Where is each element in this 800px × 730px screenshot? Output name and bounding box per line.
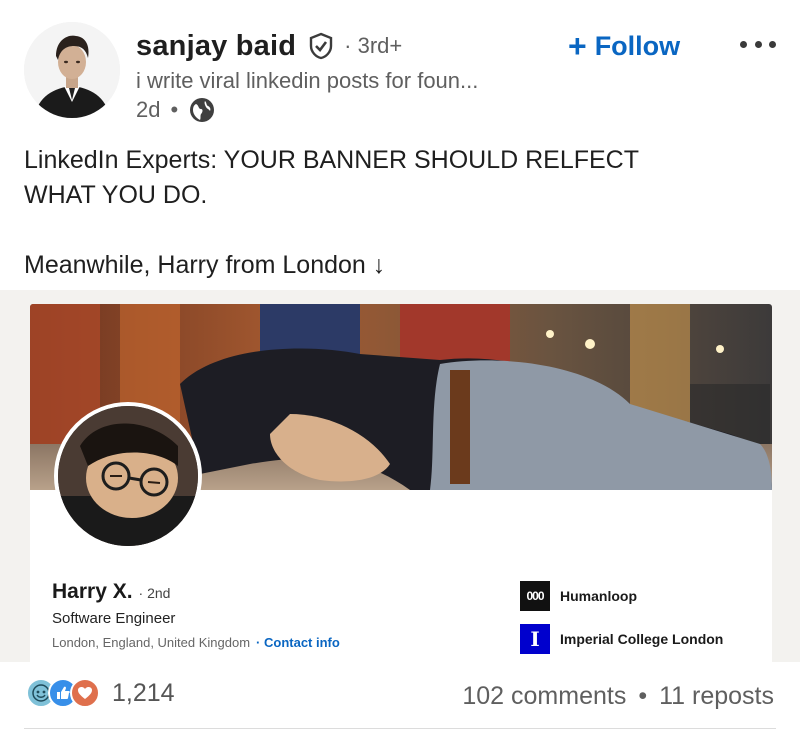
card-location: London, England, United Kingdom · Contac…: [52, 635, 340, 650]
contact-info-link: · Contact info: [256, 635, 340, 650]
author-avatar[interactable]: [24, 22, 120, 118]
engagement-counts: 102 comments • 11 reposts: [462, 682, 774, 711]
card-title: Software Engineer: [52, 610, 176, 627]
globe-icon: [188, 96, 216, 124]
meta-separator: •: [170, 97, 179, 122]
author-photo: [24, 22, 120, 118]
post-meta: 2d •: [136, 96, 216, 124]
more-options-icon[interactable]: [740, 34, 776, 54]
verified-shield-icon: [306, 31, 336, 61]
reactions-summary[interactable]: 1,214: [26, 678, 175, 708]
card-name-row: Harry X. · 2nd: [52, 580, 170, 604]
author-headline: i write viral linkedin posts for foun...: [136, 68, 479, 93]
post-text: LinkedIn Experts: YOUR BANNER SHOULD REL…: [24, 143, 764, 283]
divider: [24, 728, 776, 729]
post-line: Meanwhile, Harry from London ↓: [24, 251, 386, 279]
engagement-separator: •: [638, 682, 648, 710]
reaction-count: 1,214: [112, 678, 175, 707]
profile-card-screenshot: Harry X. · 2nd Software Engineer London,…: [30, 304, 772, 662]
plus-icon: +: [568, 28, 587, 64]
company-name: Humanloop: [560, 588, 637, 604]
humanloop-logo: 000: [520, 581, 550, 611]
post-time: 2d: [136, 97, 161, 122]
profile-photo: [54, 402, 202, 550]
social-counts-bar: 1,214 102 comments • 11 reposts: [0, 662, 800, 730]
card-location-text: London, England, United Kingdom: [52, 635, 251, 650]
school-row: I Imperial College London: [520, 624, 723, 654]
comments-count[interactable]: 102 comments: [462, 682, 626, 711]
dot: [769, 40, 776, 48]
reposts-count[interactable]: 11 reposts: [659, 682, 774, 711]
dot: [754, 40, 762, 48]
author-name-row: sanjay baid · 3rd+: [136, 26, 402, 66]
card-degree: · 2nd: [138, 585, 171, 601]
card-name: Harry X.: [52, 580, 133, 603]
post-line: LinkedIn Experts: YOUR BANNER SHOULD REL…: [24, 146, 640, 174]
post-media[interactable]: Harry X. · 2nd Software Engineer London,…: [0, 290, 800, 662]
follow-label: Follow: [594, 30, 681, 61]
connection-degree: · 3rd+: [344, 33, 403, 58]
post-line: WHAT YOU DO.: [24, 181, 208, 209]
post-header: sanjay baid · 3rd+ i write viral linkedi…: [0, 0, 800, 140]
follow-button[interactable]: + Follow: [568, 26, 680, 66]
company-row: 000 Humanloop: [520, 581, 637, 611]
imperial-logo: I: [520, 624, 550, 654]
author-name[interactable]: sanjay baid: [136, 30, 296, 63]
school-name: Imperial College London: [560, 631, 724, 647]
dot: [740, 40, 747, 48]
love-icon: [70, 678, 100, 708]
